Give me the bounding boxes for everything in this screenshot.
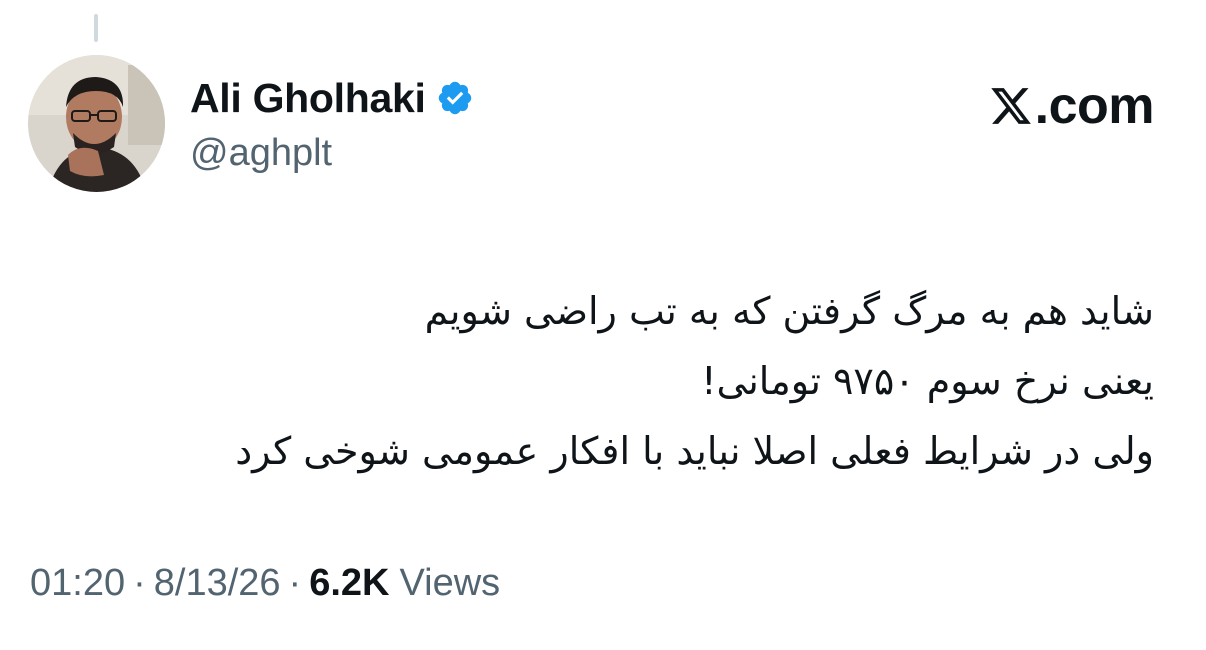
tweet-time[interactable]: 01:20 xyxy=(30,562,125,604)
tweet-line: ولی در شرایط فعلی اصلا نباید با افکار عم… xyxy=(235,429,1154,473)
tweet-line: یعنی نرخ سوم ۹۷۵۰ تومانی! xyxy=(701,359,1154,403)
author-name[interactable]: Ali Gholhaki xyxy=(190,75,426,122)
tweet-body: شاید هم به مرگ گرفتن که به تب راضی شویم … xyxy=(34,276,1154,486)
brand-mark: .com xyxy=(989,76,1155,136)
tweet-line: شاید هم به مرگ گرفتن که به تب راضی شویم xyxy=(424,289,1154,333)
x-logo-icon xyxy=(989,84,1033,128)
profile-photo xyxy=(28,55,165,192)
tweet-date[interactable]: 8/13/26 xyxy=(154,562,281,604)
author-handle[interactable]: @aghplt xyxy=(190,132,474,175)
verified-badge-icon xyxy=(436,79,474,117)
tweet-card: Ali Gholhaki @aghplt .com شاید هم به مرگ… xyxy=(0,0,1206,650)
views-label[interactable]: Views xyxy=(399,562,500,604)
meta-separator: · xyxy=(133,562,146,604)
avatar[interactable] xyxy=(28,55,165,192)
brand-domain: .com xyxy=(1034,77,1155,135)
meta-separator: · xyxy=(288,562,302,604)
top-divider xyxy=(94,14,98,42)
tweet-meta: 01:20 · 8/13/26 · 6.2K Views xyxy=(30,562,500,605)
author-block: Ali Gholhaki @aghplt xyxy=(190,70,474,175)
views-count[interactable]: 6.2K xyxy=(309,562,389,604)
name-row: Ali Gholhaki xyxy=(190,70,474,126)
